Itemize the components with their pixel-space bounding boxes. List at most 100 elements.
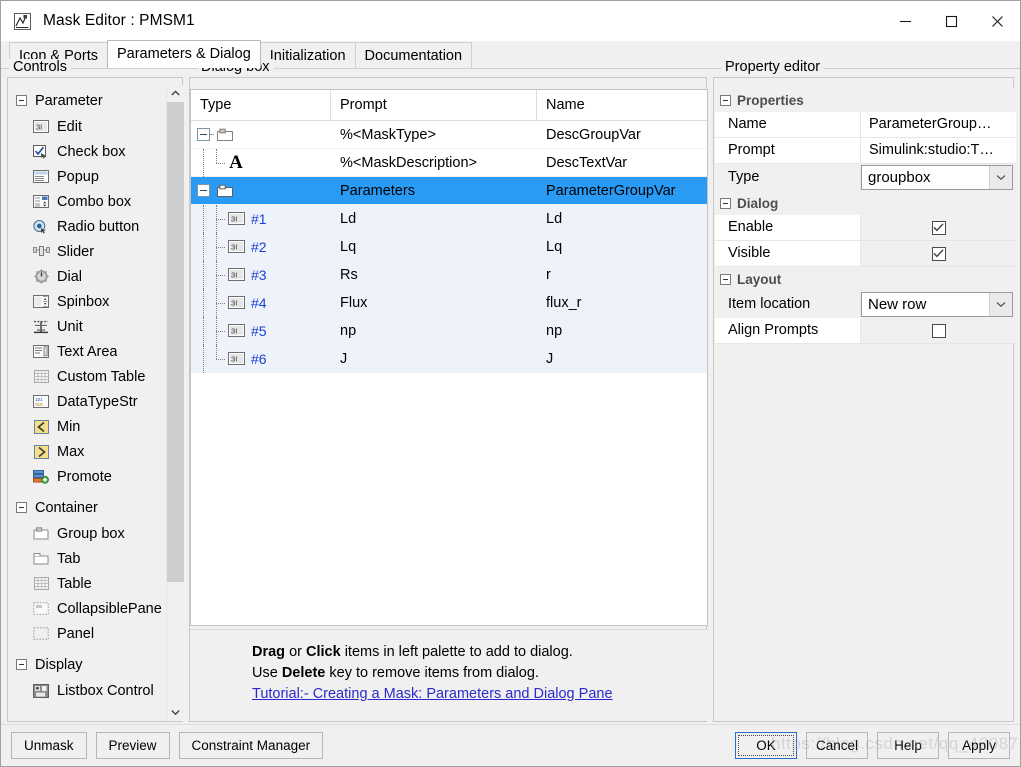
palette-item-panel[interactable]: Panel: [8, 621, 165, 646]
palette-item-custom-table[interactable]: Custom Table: [8, 364, 165, 389]
palette-item-spinbox[interactable]: Spinbox: [8, 289, 165, 314]
hint-rest-label: items in left palette to add to dialog.: [340, 644, 573, 660]
collapse-icon[interactable]: [16, 95, 27, 106]
palette-item-label: Custom Table: [57, 368, 146, 385]
palette-item-check-box[interactable]: Check box: [8, 139, 165, 164]
property-row-prompt[interactable]: Prompt Simulink:studio:T…: [715, 138, 1016, 164]
preview-button[interactable]: Preview: [95, 732, 170, 759]
property-section-layout[interactable]: Layout: [715, 267, 1016, 291]
column-header-prompt[interactable]: Prompt: [331, 90, 537, 120]
hint-click-label: Click: [306, 644, 341, 660]
table-row[interactable]: A %<MaskDescription> DescTextVar: [191, 148, 707, 177]
scroll-up-icon[interactable]: [167, 85, 184, 102]
table-row[interactable]: 3I #5 np np: [191, 316, 707, 345]
property-value-name[interactable]: ParameterGroup…: [861, 112, 1016, 137]
visible-checkbox[interactable]: [931, 246, 946, 261]
row-name-cell: np: [546, 322, 563, 339]
property-value-enable[interactable]: [861, 215, 1016, 240]
tutorial-link[interactable]: Tutorial:- Creating a Mask: Parameters a…: [252, 686, 613, 702]
property-row-visible[interactable]: Visible: [715, 241, 1016, 267]
scrollbar-thumb[interactable]: [167, 102, 184, 582]
palette-item-max[interactable]: Max: [8, 439, 165, 464]
minimize-button[interactable]: [882, 1, 928, 41]
palette-item-unit[interactable]: Unit: [8, 314, 165, 339]
align-prompts-checkbox[interactable]: [931, 323, 946, 338]
property-value-align-prompts[interactable]: [861, 318, 1016, 343]
collapse-icon[interactable]: [16, 502, 27, 513]
table-row[interactable]: 3I #3 Rs r: [191, 260, 707, 289]
property-row-name[interactable]: Name ParameterGroup…: [715, 112, 1016, 138]
expand-collapse-icon[interactable]: [197, 184, 210, 197]
row-prompt-cell: %<MaskDescription>: [340, 154, 477, 171]
controls-palette: Controls Parameter 3I Edit Check box Pop…: [1, 59, 187, 724]
palette-item-label: Edit: [57, 118, 82, 135]
table-row[interactable]: 3I #1 Ld Ld: [191, 204, 707, 233]
chevron-down-icon[interactable]: [989, 166, 1012, 189]
expand-collapse-icon[interactable]: [197, 128, 210, 141]
property-section-dialog[interactable]: Dialog: [715, 191, 1016, 215]
property-row-enable[interactable]: Enable: [715, 215, 1016, 241]
property-value-visible[interactable]: [861, 241, 1016, 266]
palette-item-text-area[interactable]: Text Area: [8, 339, 165, 364]
help-button[interactable]: Help: [877, 732, 939, 759]
ok-button[interactable]: OK: [735, 732, 797, 759]
palette-item-label: Listbox Control: [57, 682, 154, 699]
palette-item-slider[interactable]: Slider: [8, 239, 165, 264]
palette-item-datatypestr[interactable]: 101 010 DataTypeStr: [8, 389, 165, 414]
close-button[interactable]: [974, 1, 1020, 41]
palette-section-parameter[interactable]: Parameter: [8, 87, 165, 114]
enable-checkbox[interactable]: [931, 220, 946, 235]
palette-item-tab[interactable]: Tab: [8, 546, 165, 571]
palette-item-combo-box[interactable]: Combo box: [8, 189, 165, 214]
tab-initialization[interactable]: Initialization: [259, 42, 356, 68]
collapse-icon[interactable]: [720, 94, 731, 106]
property-row-item-location[interactable]: Item location New row: [715, 291, 1016, 318]
item-location-dropdown[interactable]: New row: [861, 292, 1013, 317]
collapse-icon[interactable]: [16, 659, 27, 670]
palette-item-promote[interactable]: Promote: [8, 464, 165, 489]
chevron-down-icon[interactable]: [989, 293, 1012, 316]
palette-item-popup[interactable]: Popup: [8, 164, 165, 189]
collapse-icon[interactable]: [720, 197, 731, 209]
unmask-button[interactable]: Unmask: [11, 732, 87, 759]
cancel-button[interactable]: Cancel: [806, 732, 868, 759]
column-header-name[interactable]: Name: [537, 90, 707, 120]
property-editor-pane: Property editor Properties Name Paramete…: [711, 59, 1020, 724]
table-row[interactable]: 3I #2 Lq Lq: [191, 232, 707, 261]
collapsible-panel-icon: [32, 601, 50, 617]
apply-button[interactable]: Apply: [948, 732, 1010, 759]
palette-item-listbox-control[interactable]: Listbox Control: [8, 678, 165, 703]
palette-item-label: Unit: [57, 318, 83, 335]
slider-icon: [32, 244, 50, 260]
maximize-button[interactable]: [928, 1, 974, 41]
table-row[interactable]: 3I #6 J J: [191, 344, 707, 373]
property-row-align-prompts[interactable]: Align Prompts: [715, 318, 1016, 344]
tab-documentation[interactable]: Documentation: [354, 42, 473, 68]
palette-item-dial[interactable]: Dial: [8, 264, 165, 289]
palette-item-table[interactable]: Table: [8, 571, 165, 596]
palette-item-radio-button[interactable]: Radio button: [8, 214, 165, 239]
scroll-down-icon[interactable]: [167, 704, 184, 721]
table-row[interactable]: 3I #4 Flux flux_r: [191, 288, 707, 317]
palette-section-container[interactable]: Container: [8, 494, 165, 521]
tab-parameters-and-dialog[interactable]: Parameters & Dialog: [106, 40, 261, 68]
palette-section-display[interactable]: Display: [8, 651, 165, 678]
property-row-type[interactable]: Type groupbox: [715, 164, 1016, 191]
palette-item-edit[interactable]: 3I Edit: [8, 114, 165, 139]
column-header-type[interactable]: Type: [191, 90, 331, 120]
property-value-prompt[interactable]: Simulink:studio:T…: [861, 138, 1016, 163]
palette-item-collapsible-panel[interactable]: CollapsiblePane: [8, 596, 165, 621]
palette-scrollbar[interactable]: [166, 85, 184, 721]
constraint-manager-button[interactable]: Constraint Manager: [178, 732, 324, 759]
table-row[interactable]: %<MaskType> DescGroupVar: [191, 121, 707, 149]
palette-item-group-box[interactable]: Group box: [8, 521, 165, 546]
dialog-tree[interactable]: Type Prompt Name %<MaskType> DescGroupVa…: [190, 89, 708, 626]
row-name-cell: r: [546, 266, 551, 283]
table-row-selected[interactable]: Parameters ParameterGroupVar: [191, 177, 707, 205]
property-section-properties[interactable]: Properties: [715, 88, 1016, 112]
collapse-icon[interactable]: [720, 273, 731, 285]
palette-item-label: Table: [57, 575, 92, 592]
edit-icon: 3I: [225, 212, 247, 225]
palette-item-min[interactable]: Min: [8, 414, 165, 439]
type-dropdown[interactable]: groupbox: [861, 165, 1013, 190]
